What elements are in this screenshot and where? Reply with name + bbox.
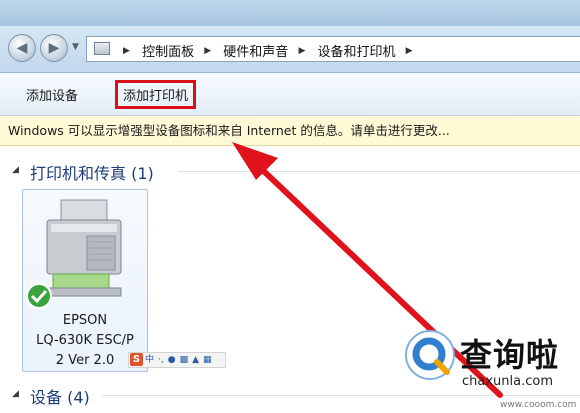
- breadcrumb-devices-printers[interactable]: 设备和打印机: [318, 45, 396, 60]
- breadcrumb-control-panel[interactable]: 控制面板: [142, 45, 194, 60]
- collapse-triangle-icon[interactable]: ◢: [12, 165, 19, 175]
- watermark-logo-icon: [405, 330, 455, 380]
- add-printer-button[interactable]: 添加打印机: [115, 80, 197, 109]
- navigation-bar: ◀ ▶ ▼ ▶ 控制面板 ▶ 硬件和声音 ▶ 设备和打印机 ▶: [0, 26, 580, 73]
- device-name-line2: LQ-630K ESC/P: [36, 333, 134, 348]
- breadcrumb-separator-icon[interactable]: ▶: [298, 46, 305, 56]
- breadcrumb: ▶ 控制面板 ▶ 硬件和声音 ▶ 设备和打印机 ▶: [117, 41, 421, 60]
- breadcrumb-separator-icon[interactable]: ▶: [406, 46, 413, 56]
- ime-keyboard-icon[interactable]: ▩: [180, 355, 189, 365]
- ime-mic-icon[interactable]: ●: [168, 355, 176, 365]
- device-name-line1: EPSON: [62, 313, 108, 328]
- window-title-bar: [0, 0, 580, 26]
- checkmark-icon: [26, 283, 52, 309]
- ime-logo-icon[interactable]: S: [130, 353, 143, 366]
- forward-button[interactable]: ▶: [40, 34, 68, 62]
- breadcrumb-hardware-sound[interactable]: 硬件和声音: [223, 45, 288, 60]
- watermark-url-small: www.cooom.com: [500, 400, 577, 410]
- watermark-url: chaxunla.com: [462, 374, 553, 389]
- ime-menu-icon[interactable]: ▦: [203, 355, 212, 365]
- breadcrumb-separator-icon[interactable]: ▶: [204, 46, 211, 56]
- forward-arrow-icon: ▶: [48, 40, 60, 56]
- collapse-triangle-icon[interactable]: ◢: [12, 389, 19, 399]
- info-bar[interactable]: Windows 可以显示增强型设备图标和来自 Internet 的信息。请单击进…: [0, 116, 580, 146]
- section-divider: [178, 171, 580, 172]
- ime-punctuation-icon[interactable]: ·,: [158, 355, 164, 365]
- back-arrow-icon: ◀: [16, 40, 28, 56]
- printers-section-header[interactable]: ◢ 打印机和传真 (1): [0, 158, 580, 184]
- section-divider: [102, 395, 580, 396]
- printer-device-tile[interactable]: EPSON LQ-630K ESC/P 2 Ver 2.0: [22, 189, 148, 372]
- control-panel-icon: [94, 42, 110, 55]
- breadcrumb-separator-icon[interactable]: ▶: [123, 46, 130, 56]
- devices-section-label: 设备 (4): [30, 388, 90, 407]
- back-button[interactable]: ◀: [8, 34, 36, 62]
- address-bar[interactable]: ▶ 控制面板 ▶ 硬件和声音 ▶ 设备和打印机 ▶: [86, 36, 580, 62]
- ime-toolbar[interactable]: S 中 ·, ● ▩ ▲ ▦: [128, 352, 226, 368]
- add-device-button[interactable]: 添加设备: [22, 83, 82, 106]
- command-toolbar: 添加设备 添加打印机: [0, 73, 580, 116]
- ime-chinese-mode[interactable]: 中: [145, 355, 154, 365]
- history-dropdown-icon[interactable]: ▼: [72, 42, 79, 52]
- printers-section-label: 打印机和传真 (1): [30, 164, 154, 183]
- ime-skin-icon[interactable]: ▲: [192, 355, 199, 365]
- watermark-brand: 查询啦: [460, 336, 560, 374]
